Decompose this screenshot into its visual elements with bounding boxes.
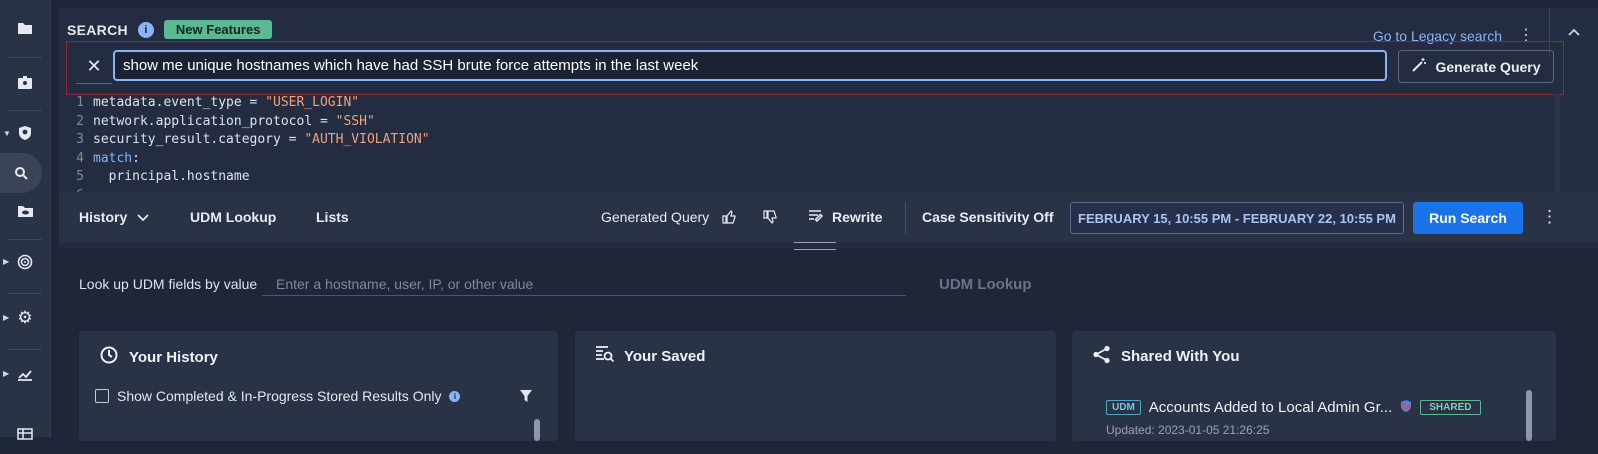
code-line: 5 principal.hostname [66, 168, 1560, 187]
saved-search-icon [595, 345, 615, 367]
divider [8, 349, 42, 350]
lists-tab[interactable]: Lists [316, 192, 349, 242]
divider [8, 239, 42, 240]
info-icon[interactable]: i [449, 390, 461, 402]
natural-language-query-input[interactable]: show me unique hostnames which have had … [113, 50, 1387, 81]
folder-eye-icon[interactable] [0, 191, 50, 231]
divider [8, 293, 42, 294]
divider [8, 57, 42, 58]
generate-query-label: Generate Query [1435, 58, 1541, 75]
rewrite-label: Rewrite [832, 209, 883, 225]
shared-with-you-title: Shared With You [1121, 348, 1240, 365]
shared-status-badge: SHARED [1420, 400, 1481, 415]
google-shield-icon [1400, 399, 1412, 416]
shared-scrollbar[interactable] [1526, 390, 1532, 441]
new-features-badge[interactable]: New Features [163, 20, 273, 39]
toolbar-more-icon[interactable]: ⋮ [1541, 192, 1558, 242]
code-line: 4 match: [66, 150, 1560, 169]
udm-lookup-button[interactable]: UDM Lookup [939, 276, 1031, 293]
run-search-button[interactable]: Run Search [1413, 202, 1523, 234]
resize-drag-handle[interactable] [794, 242, 836, 250]
history-dropdown[interactable]: History [79, 192, 149, 242]
line-number: 4 [76, 150, 84, 166]
generated-query-label: Generated Query [601, 209, 710, 225]
line-number: 2 [76, 113, 84, 129]
rewrite-icon [808, 209, 824, 225]
history-scrollbar[interactable] [534, 419, 540, 441]
filter-icon[interactable] [519, 389, 533, 406]
code-line: 1 metadata.event_type = "USER_LOGIN" [66, 94, 1560, 113]
your-history-card: Your History Show Completed & In-Progres… [79, 331, 558, 441]
chevron-down-icon [137, 209, 149, 225]
code-line: 2 network.application_protocol = "SSH" [66, 113, 1560, 132]
your-history-title: Your History [129, 348, 218, 366]
udm-lookup-tab[interactable]: UDM Lookup [190, 192, 276, 242]
date-range-picker[interactable]: FEBRUARY 15, 10:55 PM - FEBRUARY 22, 10:… [1070, 202, 1404, 234]
radar-icon[interactable] [0, 242, 50, 282]
info-icon[interactable]: i [137, 21, 154, 38]
gear-icon[interactable]: ⚙ [0, 298, 50, 338]
rewrite-button[interactable]: Rewrite [808, 192, 883, 242]
folder-icon[interactable] [0, 8, 50, 48]
case-sensitivity-toggle[interactable]: Case Sensitivity Off [922, 192, 1054, 242]
shared-updated-timestamp: Updated: 2023-01-05 21:26:25 [1106, 423, 1270, 437]
line-number: 3 [76, 132, 84, 147]
thumbs-down-icon[interactable] [763, 192, 777, 242]
card-header: Shared With You [1092, 345, 1239, 368]
table-icon[interactable] [0, 414, 50, 454]
shared-search-title[interactable]: Accounts Added to Local Admin Gr... [1149, 399, 1392, 416]
line-number: 5 [76, 169, 84, 184]
query-editor[interactable]: 1 metadata.event_type = "USER_LOGIN" 2 net… [66, 94, 1560, 192]
card-header: Your Saved [595, 345, 705, 367]
udm-tag: UDM [1106, 400, 1141, 415]
search-icon[interactable] [0, 153, 42, 193]
shared-with-you-card: Shared With You UDM Accounts Added to Lo… [1072, 331, 1556, 441]
toolbar-divider [905, 202, 906, 234]
shared-search-item[interactable]: UDM Accounts Added to Local Admin Gr... … [1106, 399, 1481, 416]
search-title: SEARCH [67, 21, 128, 38]
share-icon [1092, 345, 1111, 368]
editor-scrollbar[interactable] [1554, 94, 1560, 192]
history-clock-icon [99, 345, 119, 369]
stored-results-checkbox[interactable] [95, 389, 109, 403]
stored-results-label: Show Completed & In-Progress Stored Resu… [117, 388, 442, 404]
thumbs-up-icon[interactable] [722, 192, 736, 242]
badge-icon[interactable] [0, 62, 50, 102]
magic-wand-icon [1411, 57, 1427, 76]
code-line: 3 security_result.category = "AUTH_VIOLAT… [66, 131, 1560, 150]
left-sidebar: ▼ ▶ ▶ ⚙ ▶ [0, 0, 51, 440]
your-saved-card: Your Saved [575, 331, 1056, 441]
line-number: 1 [76, 95, 84, 110]
generate-query-button[interactable]: Generate Query [1398, 50, 1554, 83]
shield-search-icon[interactable] [0, 113, 50, 153]
udm-lookup-input[interactable]: Enter a hostname, user, IP, or other val… [262, 272, 906, 296]
your-saved-title: Your Saved [624, 347, 706, 365]
stored-results-filter-row: Show Completed & In-Progress Stored Resu… [95, 388, 461, 404]
clear-close-icon[interactable]: ✕ [84, 56, 104, 76]
clear-button-underline [76, 83, 112, 84]
udm-lookup-label: Look up UDM fields by value [79, 276, 258, 292]
chart-icon[interactable] [0, 354, 50, 394]
divider [8, 110, 42, 111]
history-label: History [79, 209, 128, 225]
card-header: Your History [99, 345, 218, 369]
search-header: SEARCH i New Features [67, 20, 273, 39]
